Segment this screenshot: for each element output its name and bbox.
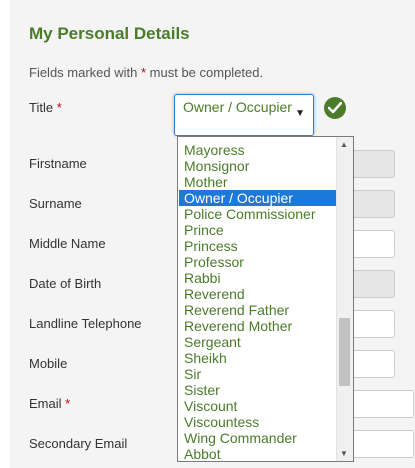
check-circle-icon	[324, 97, 346, 119]
title-select[interactable]: Owner / Occupier ▼	[174, 94, 314, 136]
scrollbar-thumb[interactable]	[339, 318, 350, 386]
mobile-label: Mobile	[29, 356, 68, 371]
title-option[interactable]: Owner / Occupier	[179, 190, 336, 206]
title-option[interactable]: Sergeant	[179, 334, 336, 350]
surname-label: Surname	[29, 196, 82, 211]
email-label: Email *	[29, 396, 71, 411]
title-option[interactable]: Mother	[179, 174, 336, 190]
required-fields-note: Fields marked with * must be completed.	[29, 65, 264, 80]
title-option[interactable]: Prince	[179, 222, 336, 238]
dropdown-scrollbar[interactable]: ▲ ▼	[336, 137, 353, 461]
title-option[interactable]: Reverend Father	[179, 302, 336, 318]
title-label: Title *	[29, 100, 62, 115]
title-option[interactable]: Mayoress	[179, 142, 336, 158]
title-option[interactable]: Rabbi	[179, 270, 336, 286]
title-option[interactable]: Monsignor	[179, 158, 336, 174]
secondary-email-label: Secondary Email	[29, 436, 128, 451]
firstname-label: Firstname	[29, 156, 87, 171]
title-option[interactable]: Viscountess	[179, 414, 336, 430]
title-options-list[interactable]: Mayoress Monsignor Mother Owner / Occupier P…	[177, 136, 354, 462]
title-option[interactable]: Sister	[179, 382, 336, 398]
date-of-birth-label: Date of Birth	[29, 276, 102, 291]
middle-name-label: Middle Name	[29, 236, 106, 251]
title-option[interactable]: Reverend Mother	[179, 318, 336, 334]
title-option[interactable]: Wing Commander	[179, 430, 336, 446]
title-option[interactable]: Reverend	[179, 286, 336, 302]
title-option[interactable]: Sheikh	[179, 350, 336, 366]
title-option[interactable]: Police Commissioner	[179, 206, 336, 222]
title-option[interactable]: Viscount	[179, 398, 336, 414]
title-option[interactable]: Professor	[179, 254, 336, 270]
title-option[interactable]: Princess	[179, 238, 336, 254]
scroll-down-icon[interactable]: ▼	[340, 449, 348, 458]
title-select-value: Owner / Occupier	[183, 99, 292, 115]
title-option[interactable]: Abbot	[179, 446, 336, 461]
landline-telephone-label: Landline Telephone	[29, 316, 142, 331]
scroll-up-icon[interactable]: ▲	[340, 140, 348, 149]
title-option[interactable]: Sir	[179, 366, 336, 382]
dropdown-arrow-icon: ▼	[295, 108, 305, 119]
section-heading: My Personal Details	[29, 24, 190, 43]
